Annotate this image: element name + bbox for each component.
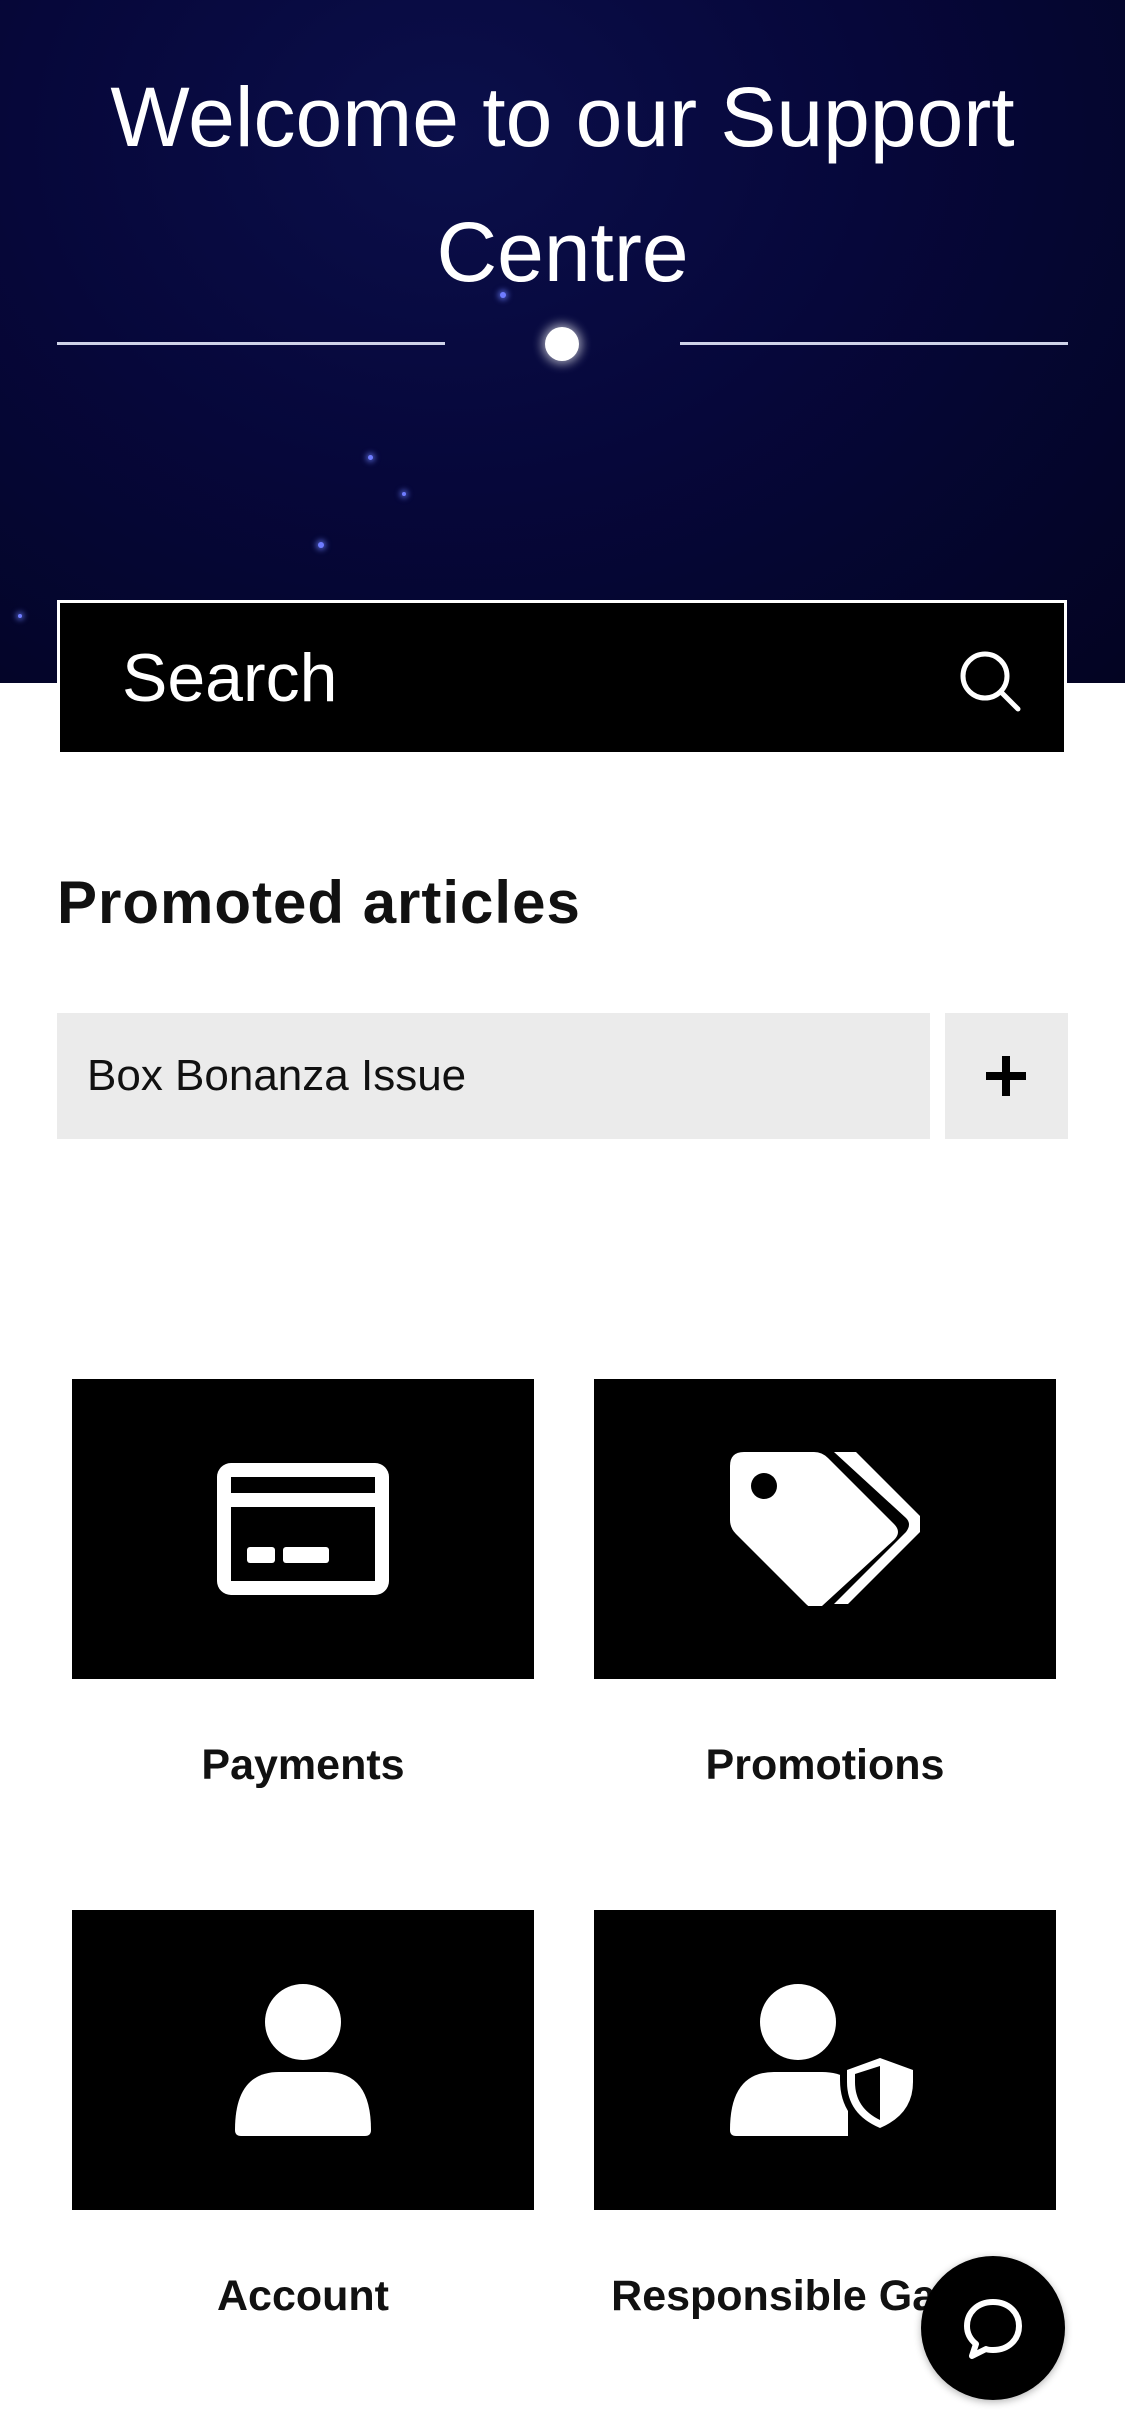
search-icon[interactable] bbox=[958, 649, 1022, 713]
page-title: Welcome to our Support Centre bbox=[110, 70, 1015, 299]
user-icon bbox=[235, 1984, 371, 2136]
chat-button[interactable] bbox=[921, 2256, 1065, 2400]
article-label: Box Bonanza Issue bbox=[87, 1051, 467, 1100]
category-tile-payments[interactable] bbox=[72, 1379, 534, 1679]
category-tile-responsible-gaming[interactable] bbox=[594, 1910, 1056, 2210]
plus-icon bbox=[986, 1056, 1026, 1096]
hero-banner: Welcome to our Support Centre bbox=[0, 0, 1125, 683]
star-decoration bbox=[318, 542, 324, 548]
star-decoration bbox=[368, 455, 373, 460]
chat-bubble-icon bbox=[964, 2299, 1022, 2359]
expand-article-button[interactable] bbox=[945, 1013, 1068, 1139]
star-decoration bbox=[18, 614, 22, 618]
category-tile-account[interactable] bbox=[72, 1910, 534, 2210]
star-decoration bbox=[402, 492, 406, 496]
search-input[interactable]: Search bbox=[57, 600, 1067, 755]
article-item[interactable]: Box Bonanza Issue bbox=[57, 1013, 930, 1139]
section-title: Promoted articles bbox=[57, 869, 581, 936]
category-label[interactable]: Promotions bbox=[565, 1741, 1085, 1790]
credit-card-icon bbox=[217, 1463, 389, 1595]
tags-icon bbox=[730, 1452, 920, 1606]
divider-dot bbox=[545, 327, 579, 361]
category-tile-promotions[interactable] bbox=[594, 1379, 1056, 1679]
user-shield-icon bbox=[730, 1984, 920, 2136]
category-label[interactable]: Payments bbox=[43, 1741, 563, 1790]
divider-line-right bbox=[680, 342, 1068, 345]
search-placeholder: Search bbox=[122, 640, 338, 716]
divider-line-left bbox=[57, 342, 445, 345]
category-label[interactable]: Account bbox=[43, 2272, 563, 2321]
